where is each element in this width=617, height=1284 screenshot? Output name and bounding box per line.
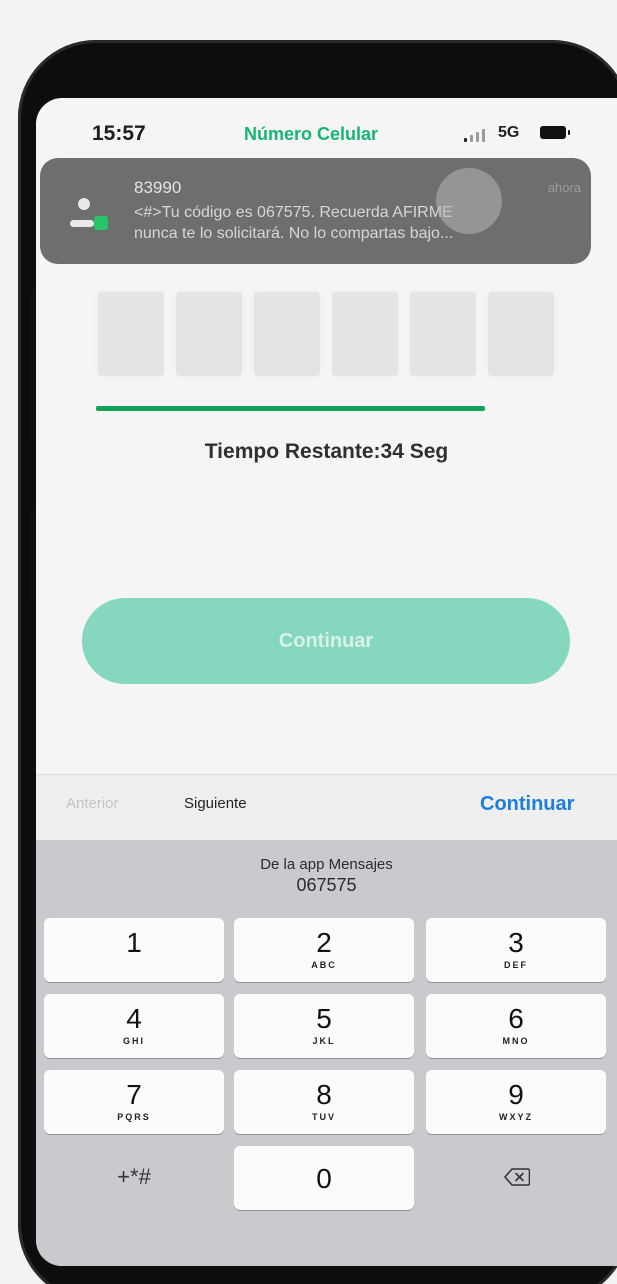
notification-line-1: <#>Tu código es 067575. Recuerda AFIRME — [134, 204, 453, 221]
key-0[interactable]: 0 — [234, 1146, 414, 1210]
notification-sender: 83990 — [134, 178, 182, 197]
previous-field-button[interactable]: Anterior — [66, 795, 119, 812]
code-input-row — [98, 292, 558, 376]
key-1[interactable]: 1 — [44, 918, 224, 982]
key-3[interactable]: 3 DEF — [426, 918, 606, 982]
messages-app-icon — [64, 194, 110, 238]
battery-icon — [540, 126, 570, 139]
network-type: 5G — [498, 124, 520, 141]
sms-notification[interactable]: 83990 ahora <#>Tu código es 067575. Recu… — [40, 158, 591, 264]
backspace-key[interactable] — [426, 1146, 606, 1210]
keyboard-toolbar: Anterior Siguiente Continuar — [36, 774, 617, 841]
key-2[interactable]: 2 ABC — [234, 918, 414, 982]
key-4[interactable]: 4 GHI — [44, 994, 224, 1058]
screen-title: Número Celular — [244, 124, 379, 144]
code-digit-field[interactable] — [332, 292, 398, 376]
notification-body: <#>Tu código es 067575. Recuerda AFIRME … — [134, 202, 586, 244]
key-7[interactable]: 7 PQRS — [44, 1070, 224, 1134]
symbols-key[interactable]: +*# — [44, 1146, 224, 1210]
key-9[interactable]: 9 WXYZ — [426, 1070, 606, 1134]
suggestion-source: De la app Mensajes — [260, 856, 393, 873]
numeric-keypad: De la app Mensajes 067575 1 2 ABC 3 DEF 4G… — [36, 840, 617, 1266]
backspace-icon — [504, 1168, 530, 1186]
status-bar: 15:57 Número Celular 5G — [36, 98, 617, 158]
suggestion-code: 067575 — [296, 875, 357, 895]
status-time: 15:57 — [92, 122, 146, 145]
touch-indicator — [436, 168, 502, 234]
key-6[interactable]: 6 MNO — [426, 994, 606, 1058]
stage: 15:57 Número Celular 5G 83990 ahora <#>T… — [0, 0, 617, 1284]
next-field-button[interactable]: Siguiente — [184, 795, 247, 812]
code-digit-field[interactable] — [254, 292, 320, 376]
continue-button[interactable]: Continuar — [82, 598, 570, 684]
key-8[interactable]: 8 TUV — [234, 1070, 414, 1134]
key-5[interactable]: 5 JKL — [234, 994, 414, 1058]
autofill-code-suggestion[interactable]: De la app Mensajes 067575 — [36, 840, 617, 914]
phone-screen: 15:57 Número Celular 5G 83990 ahora <#>T… — [36, 98, 617, 1266]
code-digit-field[interactable] — [410, 292, 476, 376]
time-remaining: Tiempo Restante:34 Seg — [204, 440, 449, 463]
code-digit-field[interactable] — [98, 292, 164, 376]
timer-progress-bar — [96, 406, 485, 411]
code-digit-field[interactable] — [176, 292, 242, 376]
done-button[interactable]: Continuar — [480, 793, 574, 816]
notification-line-2: nunca te lo solicitará. No lo compartas … — [134, 225, 454, 242]
signal-icon — [464, 126, 494, 142]
code-digit-field[interactable] — [488, 292, 554, 376]
notification-time: ahora — [547, 180, 581, 195]
